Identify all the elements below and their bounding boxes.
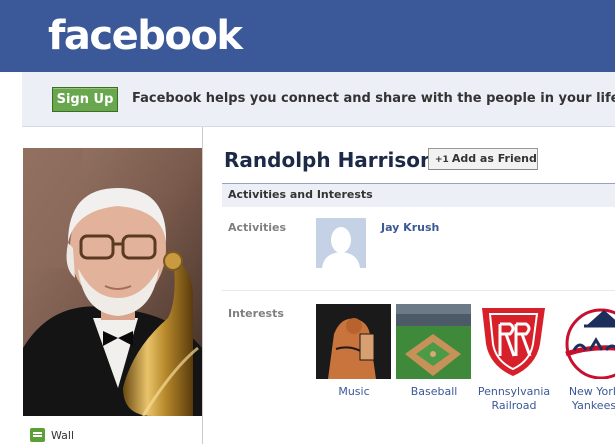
left-column: Wall [22,127,203,444]
interest-label: New York Yankees [568,385,615,412]
interest-label: Pennsylvania Railroad [477,385,551,412]
interest-label: Baseball [410,385,458,398]
yankees-logo-icon [556,304,615,379]
section-header-activities-interests: Activities and Interests [222,183,615,207]
signup-tagline: Facebook helps you connect and share wit… [132,91,615,106]
interests-label: Interests [228,307,284,320]
add-friend-icon: +1 [435,155,449,165]
profile-name: Randolph Harrison [224,148,435,172]
profile-photo[interactable] [23,148,202,416]
wall-link[interactable]: Wall [30,428,74,442]
interest-label: Music [338,385,370,398]
row-divider [222,290,615,291]
add-friend-button[interactable]: +1 Add as Friend [428,148,538,170]
activity-link-jay-krush[interactable]: Jay Krush [381,221,439,234]
signup-bar: Sign Up Facebook helps you connect and s… [22,72,615,127]
activities-label: Activities [228,221,287,234]
sign-up-button[interactable]: Sign Up [52,87,118,112]
interest-item-pennsylvania-railroad[interactable]: Pennsylvania Railroad [476,304,552,413]
add-friend-label: Add as Friend [451,152,537,165]
wall-icon [30,428,45,442]
activity-avatar[interactable] [316,218,366,268]
music-thumb-icon [316,304,391,379]
wall-label: Wall [51,428,75,442]
prr-logo-icon [476,304,551,379]
baseball-thumb-icon [396,304,471,379]
interest-item-baseball[interactable]: Baseball [396,304,472,399]
facebook-logo[interactable]: facebook [48,13,243,59]
interest-item-new-york-yankees[interactable]: New York Yankees [556,304,615,413]
top-bar: facebook [0,0,615,72]
interest-item-music[interactable]: Music [316,304,392,399]
